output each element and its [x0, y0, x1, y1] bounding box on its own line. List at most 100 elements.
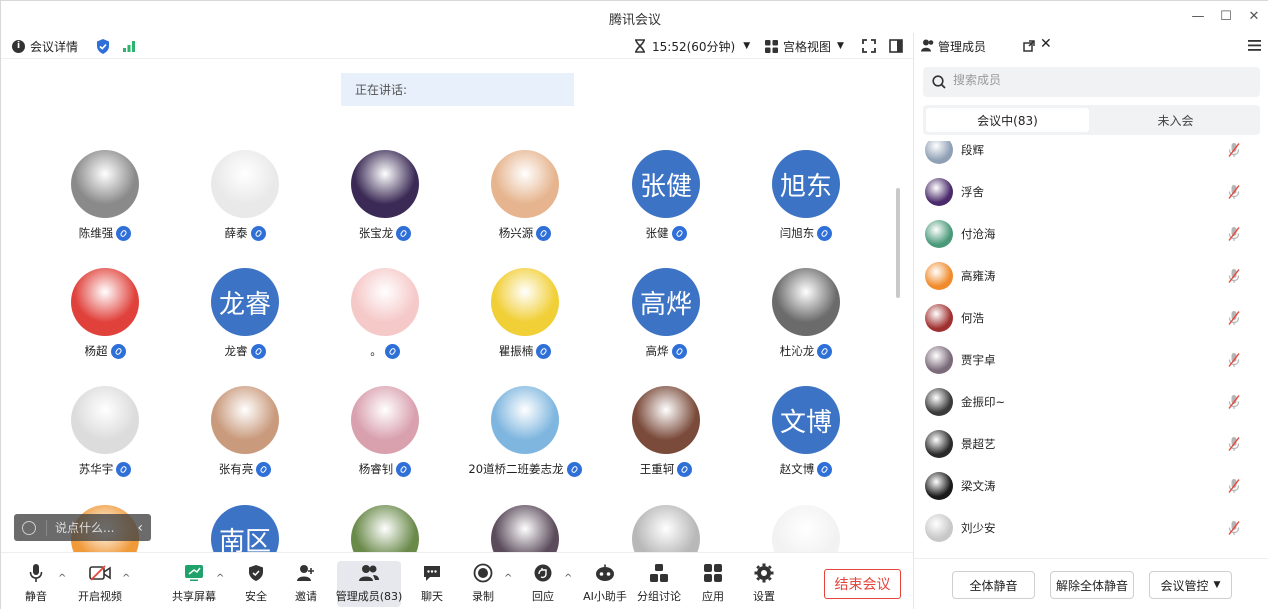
- chat-button[interactable]: 聊天: [417, 561, 447, 607]
- menu-icon[interactable]: [1248, 40, 1261, 51]
- muted-microphone-icon[interactable]: [1228, 226, 1240, 242]
- ai-assistant-button[interactable]: AI小助手: [583, 561, 627, 607]
- participant-tile[interactable]: 杜沁龙: [736, 268, 876, 378]
- participant-tile[interactable]: 苏华宇: [35, 386, 175, 496]
- security-button[interactable]: 安全: [241, 561, 271, 607]
- grid-scrollbar[interactable]: [896, 188, 900, 298]
- participant-tile[interactable]: [315, 505, 455, 552]
- participant-tile[interactable]: 旭东 闫旭东: [736, 150, 876, 260]
- muted-microphone-icon[interactable]: [1228, 352, 1240, 368]
- chevron-up-icon[interactable]: ^: [504, 573, 512, 584]
- participant-tile[interactable]: 薛泰: [175, 150, 315, 260]
- mute-all-button[interactable]: 全体静音: [952, 571, 1035, 599]
- chevron-up-icon[interactable]: ^: [564, 573, 572, 584]
- view-mode-button[interactable]: 宫格视图 ▼: [765, 37, 844, 55]
- timer-button[interactable]: 15:52(60分钟) ▼: [634, 37, 750, 55]
- chevron-up-icon[interactable]: ^: [122, 573, 130, 584]
- settings-button[interactable]: 设置: [749, 561, 779, 607]
- maximize-icon[interactable]: ☐: [1213, 5, 1239, 27]
- members-label: 管理成员(83): [335, 590, 403, 603]
- security-shield-icon[interactable]: [96, 37, 110, 55]
- record-button[interactable]: 录制: [468, 561, 498, 607]
- participant-tile[interactable]: 20道桥二班姜志龙: [455, 386, 595, 496]
- mute-button[interactable]: 静音: [21, 561, 51, 607]
- member-search-input[interactable]: [953, 73, 1233, 87]
- popout-icon[interactable]: [1023, 40, 1035, 52]
- participant-tile[interactable]: [455, 505, 595, 552]
- participant-tile[interactable]: 杨睿钊: [315, 386, 455, 496]
- participant-tile[interactable]: 文博 赵文博: [736, 386, 876, 496]
- record-label: 录制: [472, 590, 494, 603]
- member-list-item[interactable]: 高雍涛: [914, 255, 1268, 297]
- member-list-item[interactable]: 浮舍: [914, 171, 1268, 213]
- participant-tile[interactable]: 王重轲: [596, 386, 736, 496]
- breakout-button[interactable]: 分组讨论: [637, 561, 681, 607]
- member-list-item[interactable]: 梁文涛: [914, 465, 1268, 507]
- participant-tile[interactable]: 张宝龙: [315, 150, 455, 260]
- chevron-up-icon[interactable]: ^: [216, 573, 224, 584]
- muted-microphone-icon[interactable]: [1228, 142, 1240, 158]
- end-meeting-button[interactable]: 结束会议: [824, 569, 901, 599]
- member-list-item[interactable]: 刘少安: [914, 507, 1268, 549]
- participant-tile[interactable]: 。: [315, 268, 455, 378]
- participant-tile[interactable]: 张健 张健: [596, 150, 736, 260]
- muted-microphone-icon[interactable]: [1228, 520, 1240, 536]
- title-bar: 腾讯会议 — ☐ ✕: [1, 1, 1268, 33]
- react-button[interactable]: 回应: [528, 561, 558, 607]
- microphone-icon: [256, 461, 272, 477]
- meeting-info-button[interactable]: i 会议详情: [12, 37, 78, 55]
- member-list-item[interactable]: 付沧海: [914, 213, 1268, 255]
- muted-microphone-icon[interactable]: [1228, 184, 1240, 200]
- participant-tile[interactable]: 杨超: [35, 268, 175, 378]
- member-list-item[interactable]: 贾宇卓: [914, 339, 1268, 381]
- participant-tile[interactable]: 龙睿 龙睿: [175, 268, 315, 378]
- tab-not-joined[interactable]: 未入会: [1094, 108, 1257, 132]
- microphone-icon: [817, 225, 833, 241]
- muted-microphone-icon[interactable]: [1228, 394, 1240, 410]
- minimize-icon[interactable]: —: [1185, 5, 1211, 27]
- microphone-icon: [250, 225, 266, 241]
- muted-microphone-icon[interactable]: [1228, 268, 1240, 284]
- fullscreen-icon[interactable]: [862, 37, 876, 55]
- video-button[interactable]: 开启视频: [75, 561, 125, 607]
- participant-avatar: [632, 386, 700, 454]
- member-list-item[interactable]: 何浩: [914, 297, 1268, 339]
- member-avatar: [925, 514, 953, 542]
- meeting-control-button[interactable]: 会议管控 ▼: [1149, 571, 1232, 599]
- signal-icon[interactable]: [122, 37, 136, 55]
- participant-tile[interactable]: 高烨 高烨: [596, 268, 736, 378]
- manage-members-button[interactable]: 管理成员(83): [335, 561, 403, 607]
- participant-tile[interactable]: [736, 505, 876, 552]
- settings-label: 设置: [753, 590, 775, 603]
- emoji-icon[interactable]: [22, 520, 36, 535]
- member-list-item[interactable]: 段辉: [914, 141, 1268, 171]
- apps-button[interactable]: 应用: [698, 561, 728, 607]
- member-list-item[interactable]: 景超艺: [914, 423, 1268, 465]
- chevron-up-icon[interactable]: ^: [58, 573, 66, 584]
- muted-microphone-icon[interactable]: [1228, 478, 1240, 494]
- participant-avatar: 张健: [632, 150, 700, 218]
- member-list-item[interactable]: 金振印~: [914, 381, 1268, 423]
- share-screen-button[interactable]: 共享屏幕: [169, 561, 219, 607]
- sidebar-toggle-icon[interactable]: [889, 37, 903, 55]
- participant-tile[interactable]: 瞿振楠: [455, 268, 595, 378]
- chat-quick-input[interactable]: 说点什么... ‹: [14, 514, 151, 541]
- invite-button[interactable]: 邀请: [291, 561, 321, 607]
- participant-name-row: 赵文博: [736, 460, 876, 478]
- unmute-all-button[interactable]: 解除全体静音: [1050, 571, 1134, 599]
- participant-tile[interactable]: 陈维强: [35, 150, 175, 260]
- muted-microphone-icon[interactable]: [1228, 436, 1240, 452]
- video-off-icon: [89, 561, 111, 585]
- tab-in-meeting[interactable]: 会议中(83): [926, 108, 1089, 132]
- participant-tile[interactable]: 南区: [175, 505, 315, 552]
- participant-tile[interactable]: 张有亮: [175, 386, 315, 496]
- member-search[interactable]: [923, 67, 1260, 97]
- chevron-left-icon[interactable]: ‹: [137, 520, 143, 536]
- microphone-icon: [116, 225, 132, 241]
- microphone-icon: [566, 461, 582, 477]
- participant-tile[interactable]: [596, 505, 736, 552]
- muted-microphone-icon[interactable]: [1228, 310, 1240, 326]
- close-panel-icon[interactable]: ✕: [1040, 36, 1052, 52]
- participant-tile[interactable]: 杨兴源: [455, 150, 595, 260]
- close-icon[interactable]: ✕: [1241, 5, 1267, 27]
